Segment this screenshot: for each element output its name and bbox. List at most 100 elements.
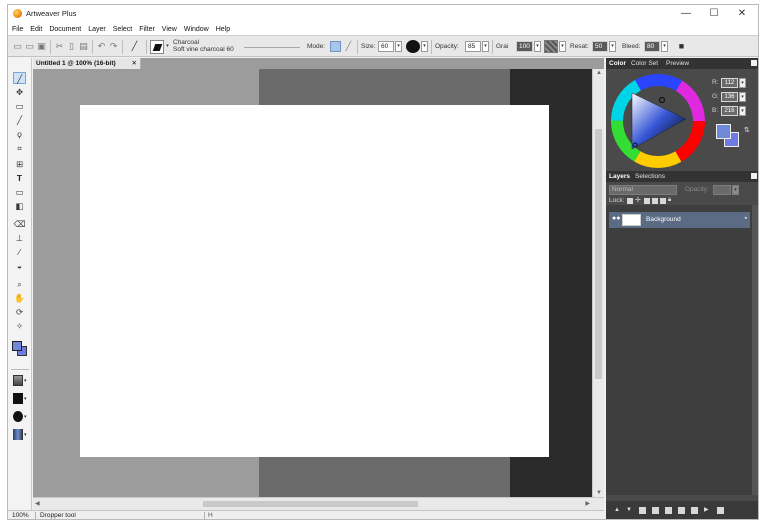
size-dropdown[interactable]: ▾ (395, 41, 402, 52)
vertical-scrollbar[interactable]: ▲ ▼ (592, 69, 604, 497)
vertical-scroll-thumb[interactable] (595, 129, 602, 379)
paper-icon[interactable] (13, 429, 23, 440)
lock-all-icon[interactable] (660, 198, 666, 204)
open-document-icon[interactable]: ▭ (24, 41, 35, 52)
tab-color[interactable]: Color (609, 58, 626, 69)
cut-icon[interactable]: ✂ (54, 41, 65, 52)
hue-marker[interactable] (658, 96, 666, 104)
brush-preset-icon[interactable] (150, 40, 164, 54)
menu-select[interactable]: Select (113, 26, 132, 33)
save-icon[interactable]: ▣ (36, 41, 47, 52)
brush-preset-dropdown[interactable]: ▾ (165, 42, 170, 51)
redo-icon[interactable]: ↷ (108, 41, 119, 52)
mode-paint-icon[interactable] (330, 41, 341, 52)
blue-input[interactable]: 216 (721, 106, 738, 116)
layer-opacity-dropdown[interactable]: ▾ (732, 185, 739, 195)
scroll-up-icon[interactable]: ▲ (596, 70, 602, 76)
layer-mask-icon[interactable] (678, 507, 685, 514)
bleed-dropdown[interactable]: ▾ (661, 41, 668, 52)
bleed-input[interactable]: 80 (644, 41, 660, 52)
duplicate-layer-icon[interactable] (652, 507, 659, 514)
delete-layer-icon[interactable] (717, 507, 724, 514)
copy-icon[interactable]: ▯ (66, 41, 77, 52)
menu-file[interactable]: File (12, 26, 23, 33)
menu-layer[interactable]: Layer (88, 26, 106, 33)
scroll-right-icon[interactable]: ▶ (585, 500, 590, 507)
drawing-canvas[interactable] (80, 105, 549, 457)
zoom-tool-icon[interactable]: ⌕ (13, 278, 26, 290)
menu-view[interactable]: View (162, 26, 177, 33)
brush-shape-icon[interactable] (406, 40, 420, 53)
document-tab-close-icon[interactable]: ✕ (132, 58, 137, 69)
paper-texture-icon[interactable] (544, 40, 558, 53)
color-panel-menu-icon[interactable] (751, 60, 757, 66)
rectangle-select-tool-icon[interactable]: ▭ (13, 100, 26, 112)
layers-panel-menu-icon[interactable] (751, 173, 757, 179)
document-tab[interactable]: Untitled 1 @ 100% (16-bit) ✕ (33, 58, 141, 69)
brush-variant-icon[interactable] (13, 393, 23, 404)
brush-shape-dropdown-icon[interactable]: ▾ (24, 414, 27, 420)
layer-properties-icon[interactable]: ▶ (704, 507, 711, 514)
saturation-triangle[interactable] (631, 92, 687, 150)
brush-shape-icon[interactable] (13, 411, 23, 422)
merge-layer-icon[interactable] (665, 507, 672, 514)
opacity-dropdown[interactable]: ▾ (482, 41, 489, 52)
opacity-input[interactable]: 85 (465, 41, 481, 52)
move-tool-icon[interactable]: ✥ (13, 86, 26, 98)
red-input[interactable]: 112 (721, 78, 738, 88)
tab-layers[interactable]: Layers (609, 171, 630, 182)
layer-row[interactable]: ●● Background ▪ (609, 212, 750, 228)
resat-input[interactable]: 50 (592, 41, 608, 52)
panel-color-swatches[interactable] (716, 124, 742, 150)
brush-variant-dropdown-icon[interactable]: ▾ (24, 396, 27, 402)
brush-tool-icon[interactable]: ╱ (13, 72, 26, 84)
horizontal-scrollbar[interactable]: ◀ ▶ (33, 497, 604, 510)
tab-color-set[interactable]: Color Set (631, 58, 658, 69)
gradient-tool-icon[interactable]: ◧ (13, 200, 26, 212)
lasso-tool-icon[interactable]: ϙ (13, 128, 26, 140)
brush-tool-icon[interactable]: ╱ (129, 41, 140, 52)
green-dropdown[interactable]: ▾ (739, 92, 746, 102)
dropper-tool-icon[interactable]: ⁄ (13, 246, 26, 258)
crop-tool-icon[interactable]: ⌗ (13, 142, 26, 154)
scroll-down-icon[interactable]: ▼ (596, 490, 602, 496)
undo-icon[interactable]: ↶ (96, 41, 107, 52)
layers-scrollbar[interactable] (752, 205, 758, 495)
tab-preview[interactable]: Preview (666, 58, 689, 69)
grain-dropdown[interactable]: ▾ (534, 41, 541, 52)
swap-colors-icon[interactable]: ⇅ (744, 126, 750, 134)
close-button[interactable]: ✕ (728, 6, 756, 22)
text-tool-icon[interactable]: T (13, 172, 26, 184)
stamp-tool-icon[interactable]: ⊥ (13, 232, 26, 244)
lock-padlock-icon[interactable]: 🔒︎ (668, 197, 671, 204)
lock-position-icon[interactable]: ✛ (635, 196, 641, 204)
panel-primary-swatch[interactable] (716, 124, 731, 139)
wand-tool-icon[interactable]: ✧ (13, 320, 26, 332)
minimize-button[interactable]: — (672, 6, 700, 22)
primary-color-swatch[interactable] (12, 341, 22, 351)
rotate-tool-icon[interactable]: ⟳ (13, 306, 26, 318)
line-select-tool-icon[interactable]: ╱ (13, 114, 26, 126)
menu-filter[interactable]: Filter (139, 26, 155, 33)
eraser-tool-icon[interactable]: ⌫ (13, 218, 26, 230)
horizontal-scroll-thumb[interactable] (203, 501, 418, 507)
shape-tool-icon[interactable]: ▭ (13, 186, 26, 198)
color-wheel[interactable] (610, 73, 706, 169)
layer-effects-icon[interactable] (691, 507, 698, 514)
paste-icon[interactable]: ▤ (78, 41, 89, 52)
comment-icon[interactable]: ■ (676, 41, 687, 52)
brush-shape-dropdown[interactable]: ▾ (421, 41, 428, 52)
grain-input[interactable]: 100 (516, 41, 533, 52)
menu-help[interactable]: Help (216, 26, 230, 33)
new-layer-icon[interactable] (639, 507, 646, 514)
menu-edit[interactable]: Edit (30, 26, 42, 33)
layer-lock-icon[interactable]: ▪ (745, 215, 747, 222)
menu-document[interactable]: Document (49, 26, 81, 33)
lock-transparency-icon[interactable] (627, 198, 633, 204)
blend-mode-select[interactable]: Normal (609, 185, 677, 195)
maximize-button[interactable]: ☐ (700, 6, 728, 22)
lock-pixels-icon[interactable] (644, 198, 650, 204)
brush-category-dropdown-icon[interactable]: ▾ (24, 378, 27, 384)
layer-down-icon[interactable]: ▼ (626, 507, 633, 514)
color-swatches[interactable] (12, 341, 28, 357)
